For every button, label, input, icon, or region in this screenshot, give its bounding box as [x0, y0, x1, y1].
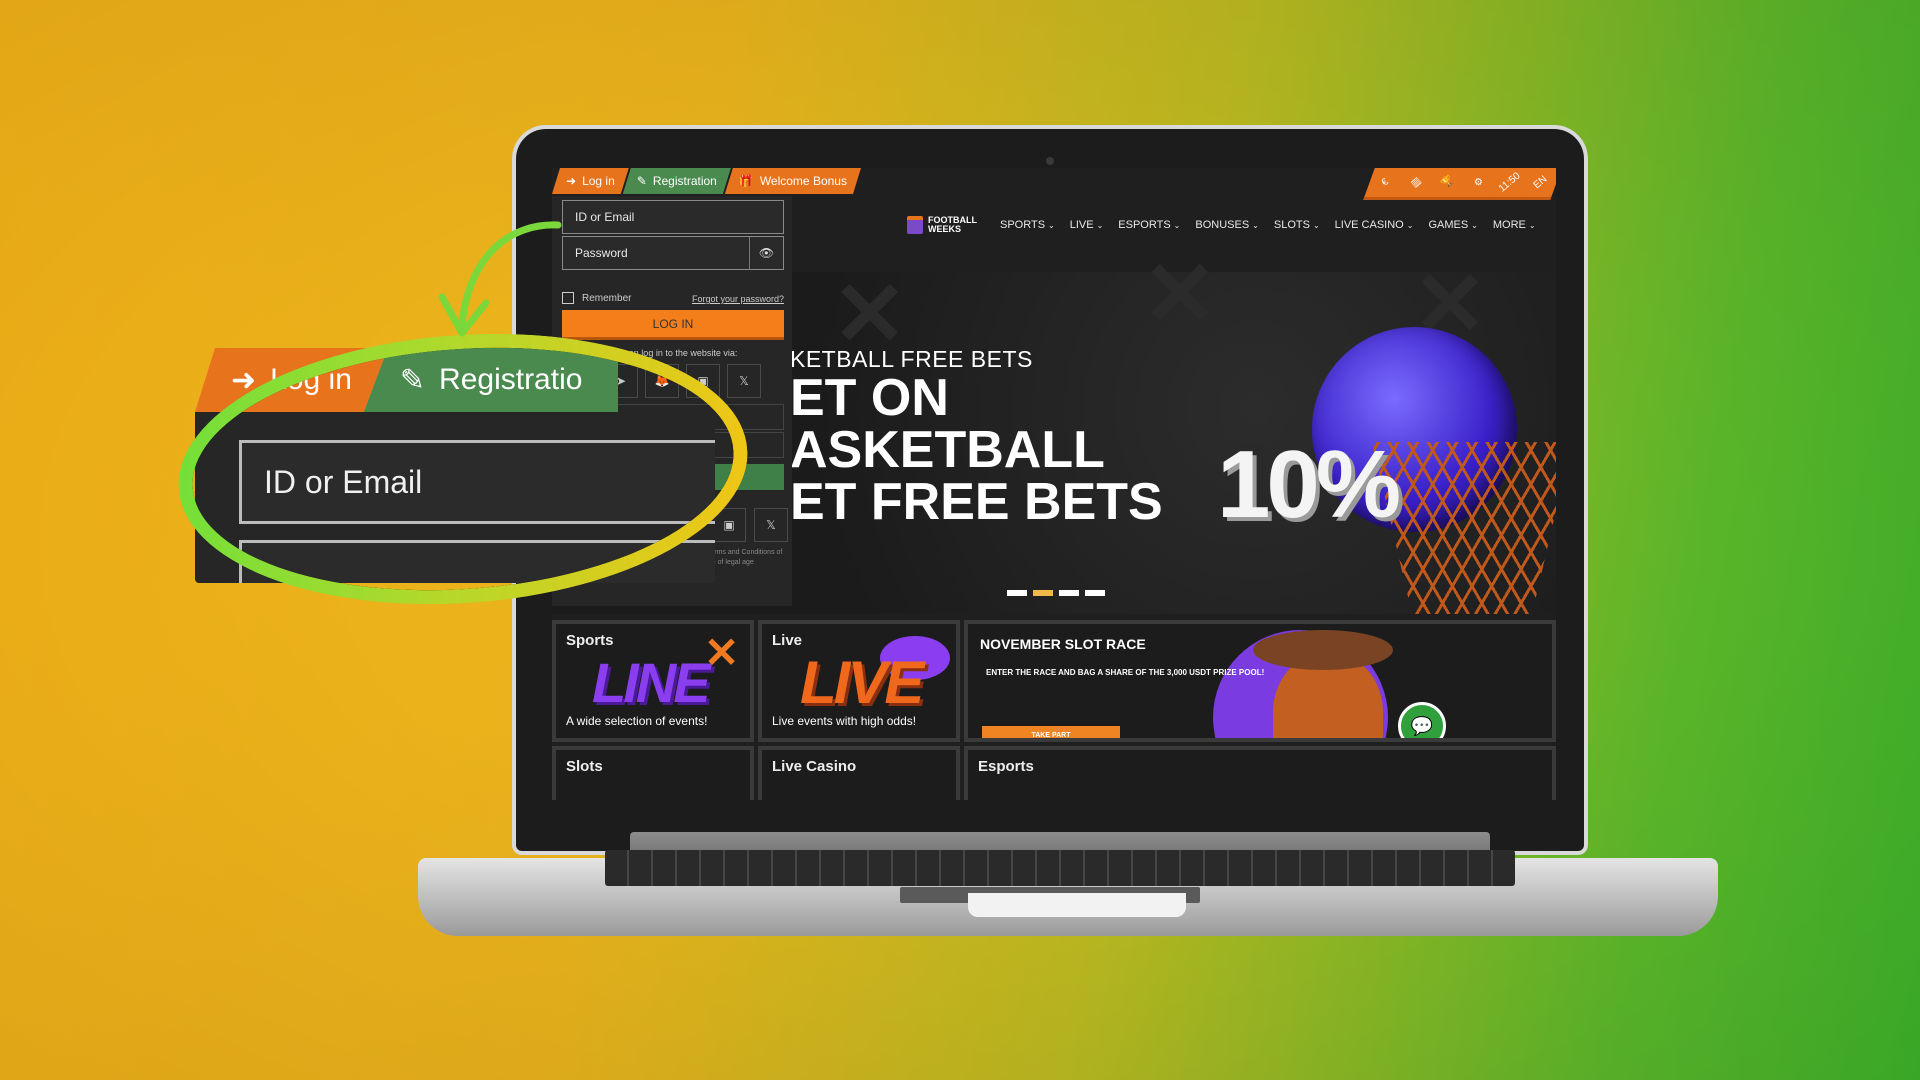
stats-icon: ▥: [1409, 175, 1424, 190]
x-decoration: ✕: [704, 629, 740, 676]
id-email-input[interactable]: ID or Email: [562, 200, 784, 234]
card-slot-race[interactable]: NOVEMBER SLOT RACE ENTER THE RACE AND BA…: [964, 620, 1556, 742]
nav-games[interactable]: GAMES ⌄: [1428, 219, 1477, 231]
social-login-background: ▣ 𝕏: [712, 508, 788, 542]
x-icon: 𝕏: [754, 508, 788, 542]
basketball-net-image: [1372, 442, 1556, 614]
slide-dot-1[interactable]: [1007, 590, 1027, 596]
card-sports[interactable]: LINE ✕ Sports A wide selection of events…: [552, 620, 754, 742]
forgot-password-link[interactable]: Forgot your password?: [692, 294, 784, 304]
gear-icon: ⚙: [1471, 175, 1486, 190]
nav-live-casino[interactable]: LIVE CASINO ⌄: [1335, 219, 1414, 231]
logo[interactable]: FOOTBALL WEEKS: [907, 216, 977, 234]
card-live[interactable]: LIVE Live Live events with high odds!: [758, 620, 960, 742]
logo-icon: [907, 216, 923, 234]
login-icon: ➜: [566, 174, 577, 188]
tab-welcome-bonus[interactable]: 🎁 Welcome Bonus: [725, 168, 861, 194]
chevron-down-icon: ⌄: [1096, 221, 1104, 230]
chevron-down-icon: ⌄: [1312, 221, 1320, 230]
category-cards: LINE ✕ Sports A wide selection of events…: [552, 620, 1556, 800]
x-icon[interactable]: 𝕏: [727, 364, 761, 398]
utility-tabs: € ▥ 🏆 ⚙ 11:50 EN: [1363, 168, 1556, 204]
cowboy-hat-image: [1253, 630, 1393, 670]
pointer-arrow-icon: [438, 221, 562, 337]
hero-percent: 10%: [1217, 431, 1401, 538]
nav-more[interactable]: MORE ⌄: [1493, 219, 1536, 231]
chevron-down-icon: ⌄: [1528, 221, 1536, 230]
password-input[interactable]: Password 👁: [562, 236, 784, 270]
card-slots[interactable]: Slots: [552, 746, 754, 800]
eye-icon[interactable]: 👁: [749, 237, 783, 269]
webcam: [1046, 157, 1054, 165]
laptop-notch: [968, 893, 1186, 917]
x-decoration: ✕: [1142, 245, 1218, 345]
language-label: EN: [1531, 173, 1550, 192]
card-esports[interactable]: Esports: [964, 746, 1556, 800]
slide-dot-2[interactable]: [1033, 590, 1053, 596]
chevron-down-icon: ⌄: [1173, 221, 1181, 230]
nav-esports[interactable]: ESPORTS ⌄: [1118, 219, 1180, 231]
slider-dots: [1007, 590, 1105, 596]
slide-dot-4[interactable]: [1085, 590, 1105, 596]
keyboard: [605, 850, 1515, 886]
card-live-casino[interactable]: Live Casino: [758, 746, 960, 800]
nav-live[interactable]: LIVE ⌄: [1070, 219, 1104, 231]
slide-dot-3[interactable]: [1059, 590, 1079, 596]
tab-registration[interactable]: ✎ Registration: [623, 168, 731, 194]
gift-icon: 🎁: [738, 174, 754, 188]
chevron-down-icon: ⌄: [1048, 221, 1055, 230]
currency-icon: €: [1379, 176, 1392, 189]
login-button[interactable]: LOG IN: [562, 310, 784, 340]
edit-icon: ✎: [636, 174, 647, 188]
nav-sports[interactable]: SPORTS ⌄: [1000, 219, 1055, 231]
take-part-button[interactable]: TAKE PART: [982, 726, 1120, 738]
chat-bubble-icon: 💬: [1410, 715, 1434, 736]
chat-button[interactable]: 💬: [1398, 702, 1446, 738]
clock-label: 11:50: [1496, 170, 1523, 195]
hero-title: ET ON ASKETBALL ET FREE BETS: [790, 369, 1163, 531]
chevron-down-icon: ⌄: [1252, 221, 1259, 230]
trophy-icon: 🏆: [1439, 174, 1456, 191]
main-nav: FOOTBALL WEEKS SPORTS ⌄ LIVE ⌄ ESPORTS ⌄ BON…: [907, 216, 1536, 234]
nav-bonuses[interactable]: BONUSES ⌄: [1195, 219, 1259, 231]
remember-checkbox[interactable]: Remember: [562, 292, 631, 304]
chevron-down-icon: ⌄: [1471, 221, 1478, 230]
nav-slots[interactable]: SLOTS ⌄: [1274, 219, 1320, 231]
chevron-down-icon: ⌄: [1406, 221, 1414, 230]
tab-login[interactable]: ➜ Log in: [552, 168, 629, 194]
